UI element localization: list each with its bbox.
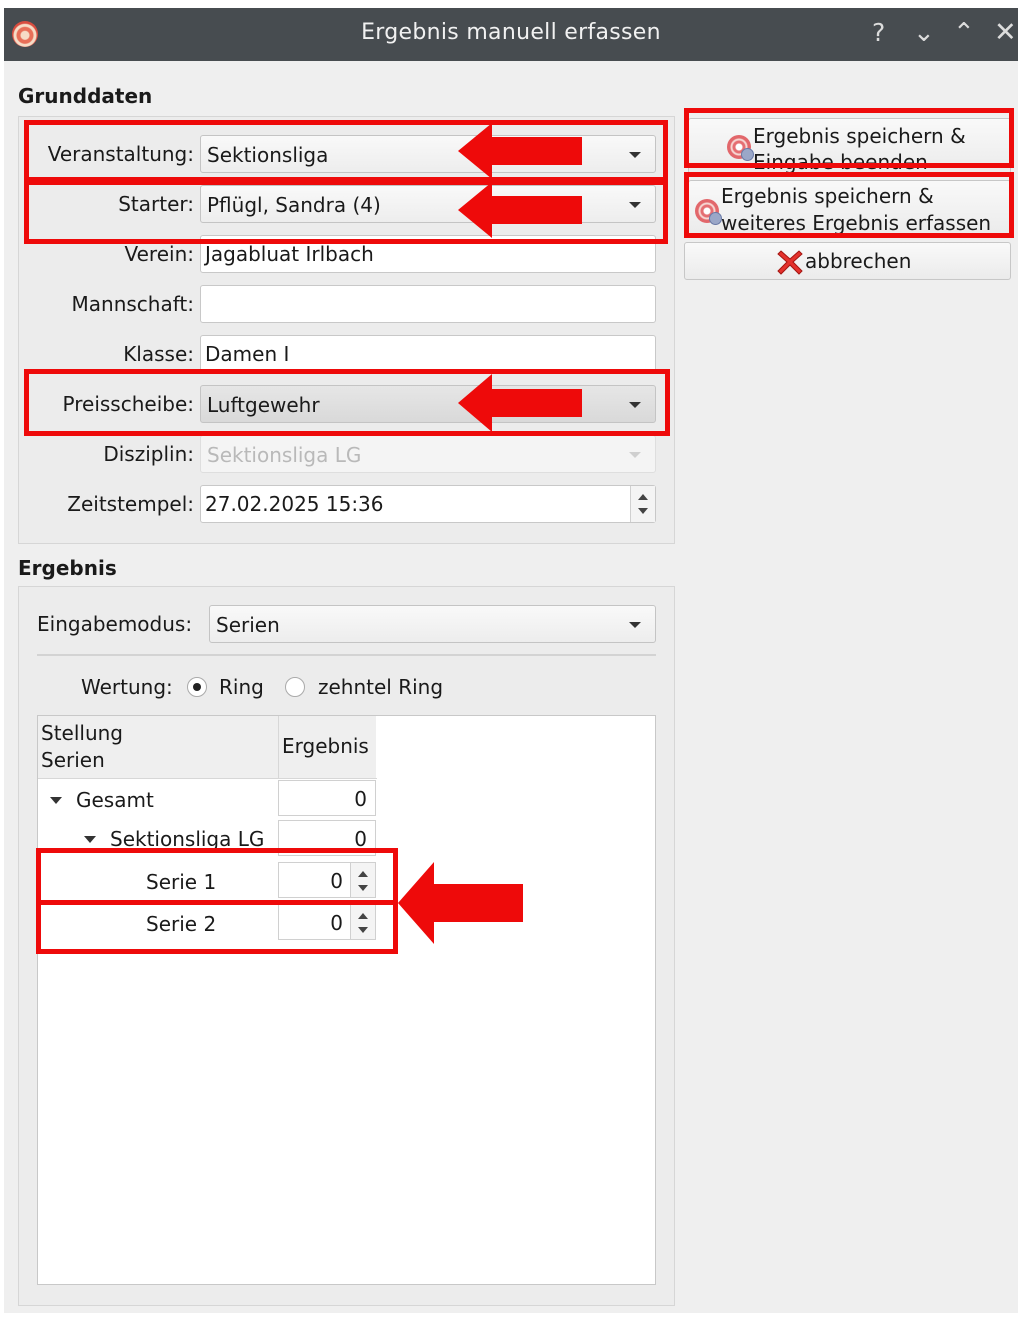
disziplin-value: Sektionsliga LG	[207, 443, 362, 467]
verein-label: Verein:	[124, 242, 195, 266]
red-arrow-left-icon	[458, 182, 582, 238]
result-tree[interactable]: Stellung Serien Ergebnis Gesamt 0 Sektio…	[37, 715, 656, 1285]
disziplin-label: Disziplin:	[103, 442, 194, 466]
tree-header-stellung[interactable]: Stellung Serien	[38, 716, 278, 779]
highlight-divider	[36, 900, 398, 905]
mannschaft-field[interactable]	[200, 285, 656, 323]
cancel-button[interactable]: abbrechen	[684, 242, 1011, 280]
eingabemodus-label: Eingabemodus:	[37, 612, 193, 636]
gesamt-value: 0	[278, 780, 376, 816]
minimize-button[interactable]: ⌄	[913, 18, 935, 48]
expand-chevron-icon[interactable]	[50, 797, 62, 804]
chevron-down-icon	[629, 622, 641, 628]
expand-chevron-icon[interactable]	[84, 836, 96, 843]
red-arrow-left-icon	[398, 862, 523, 944]
highlight-box-save-next	[684, 172, 1014, 238]
spin-arrows-icon[interactable]	[630, 486, 655, 522]
red-arrow-left-icon	[458, 123, 582, 179]
mannschaft-label: Mannschaft:	[71, 292, 194, 316]
separator	[37, 654, 656, 656]
header-stellung: Stellung	[41, 721, 124, 745]
radio-ring-label: Ring	[219, 675, 264, 699]
klasse-label: Klasse:	[123, 342, 194, 366]
radio-zehntel-ring-label: zehntel Ring	[318, 675, 444, 699]
cancel-x-icon	[777, 250, 803, 275]
cancel-label: abbrechen	[805, 249, 912, 273]
tree-row-gesamt[interactable]: Gesamt	[76, 788, 154, 812]
zeitstempel-label: Zeitstempel:	[67, 492, 194, 516]
header-serien: Serien	[41, 748, 105, 772]
eingabemodus-value: Serien	[216, 613, 280, 637]
zeitstempel-value: 27.02.2025 15:36	[205, 492, 384, 516]
help-button[interactable]: ?	[872, 18, 885, 47]
radio-zehntel-ring[interactable]	[285, 677, 305, 697]
wertung-label: Wertung:	[81, 675, 173, 699]
close-button[interactable]: ✕	[994, 17, 1017, 48]
eingabemodus-combo[interactable]: Serien	[209, 605, 656, 643]
zeitstempel-spinbox[interactable]: 27.02.2025 15:36	[200, 485, 656, 523]
title-bar[interactable]: Ergebnis manuell erfassen ? ⌄ ⌃ ✕	[4, 8, 1018, 61]
chevron-down-icon	[629, 452, 641, 458]
tree-header-ergebnis[interactable]: Ergebnis	[278, 716, 377, 779]
section-grunddaten-title: Grunddaten	[18, 84, 153, 108]
red-arrow-left-icon	[458, 374, 582, 432]
section-ergebnis-title: Ergebnis	[18, 556, 117, 580]
radio-ring[interactable]	[187, 677, 207, 697]
disziplin-combo: Sektionsliga LG	[200, 435, 656, 473]
klasse-field[interactable]: Damen I	[200, 335, 656, 373]
window-title: Ergebnis manuell erfassen	[361, 20, 661, 45]
header-ergebnis: Ergebnis	[282, 734, 369, 758]
maximize-button[interactable]: ⌃	[953, 18, 975, 48]
highlight-box-save-finish	[684, 108, 1014, 168]
